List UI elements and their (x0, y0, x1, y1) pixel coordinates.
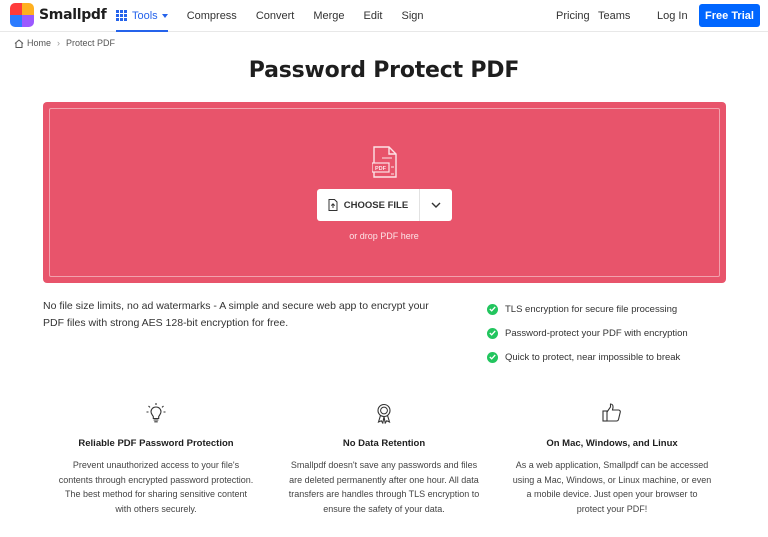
file-upload-icon (328, 199, 338, 211)
feature-text: TLS encryption for secure file processin… (505, 303, 678, 315)
free-trial-button[interactable]: Free Trial (699, 4, 760, 27)
tools-menu-button[interactable]: Tools (116, 0, 168, 32)
feature-list: TLS encryption for secure file processin… (487, 297, 688, 369)
benefit-text: As a web application, Smallpdf can be ac… (512, 460, 712, 514)
check-circle-icon (487, 303, 498, 315)
breadcrumb-home[interactable]: Home (27, 38, 51, 48)
benefit-text: Prevent unauthorized access to your file… (58, 460, 254, 514)
nav-link-compress[interactable]: Compress (187, 10, 237, 22)
file-source-dropdown-button[interactable] (420, 189, 452, 221)
nav-link-edit[interactable]: Edit (364, 10, 383, 22)
choose-file-button-group: CHOOSE FILE (317, 189, 452, 221)
benefit-card-platforms: On Mac, Windows, and Linux As a web appl… (512, 402, 712, 516)
smallpdf-logo-icon (10, 3, 34, 27)
pdf-file-icon: PDF (372, 146, 397, 178)
benefit-card-protection: Reliable PDF Password Protection Prevent… (56, 402, 256, 516)
benefit-title: No Data Retention (342, 438, 426, 449)
chevron-down-icon (161, 13, 168, 18)
benefit-title: Reliable PDF Password Protection (78, 438, 234, 449)
nav-link-sign[interactable]: Sign (402, 10, 424, 22)
benefit-card-retention: No Data Retention Smallpdf doesn't save … (284, 402, 484, 516)
pdf-icon-label: PDF (375, 166, 387, 172)
home-icon (14, 38, 24, 48)
brand-name: Smallpdf (39, 7, 107, 23)
login-link[interactable]: Log In (657, 10, 688, 22)
thumbs-up-icon (602, 403, 621, 422)
tool-description: No file size limits, no ad watermarks - … (43, 300, 429, 329)
smallpdf-logo[interactable]: Smallpdf (10, 3, 107, 27)
drop-hint: or drop PDF here (349, 231, 419, 241)
choose-file-button[interactable]: CHOOSE FILE (317, 189, 420, 221)
chevron-down-icon (431, 202, 441, 208)
check-circle-icon (487, 327, 498, 339)
nav-link-merge[interactable]: Merge (313, 10, 344, 22)
feature-item: Password-protect your PDF with encryptio… (487, 321, 688, 345)
breadcrumb: Home › Protect PDF (14, 38, 115, 48)
award-icon (377, 403, 391, 424)
feature-item: Quick to protect, near impossible to bre… (487, 345, 688, 369)
feature-item: TLS encryption for secure file processin… (487, 297, 688, 321)
nav-link-convert[interactable]: Convert (256, 10, 295, 22)
check-circle-icon (487, 351, 498, 363)
benefit-title: On Mac, Windows, and Linux (546, 438, 678, 449)
lightbulb-icon (146, 403, 166, 423)
feature-text: Quick to protect, near impossible to bre… (505, 351, 681, 363)
breadcrumb-separator: › (57, 38, 61, 48)
main-nav: Tools Compress Convert Merge Edit Sign (116, 0, 424, 32)
page-title: Password Protect PDF (248, 58, 520, 83)
nav-link-pricing[interactable]: Pricing (556, 0, 590, 32)
choose-file-label: CHOOSE FILE (343, 199, 409, 211)
feature-text: Password-protect your PDF with encryptio… (505, 327, 688, 339)
grid-icon (116, 10, 127, 21)
tools-label: Tools (132, 9, 158, 22)
top-navigation-bar: Smallpdf Tools Compress Convert Merge Ed… (0, 0, 768, 32)
nav-link-teams[interactable]: Teams (598, 0, 630, 32)
breadcrumb-current: Protect PDF (66, 38, 116, 48)
benefit-text: Smallpdf doesn't save any passwords and … (288, 460, 480, 514)
